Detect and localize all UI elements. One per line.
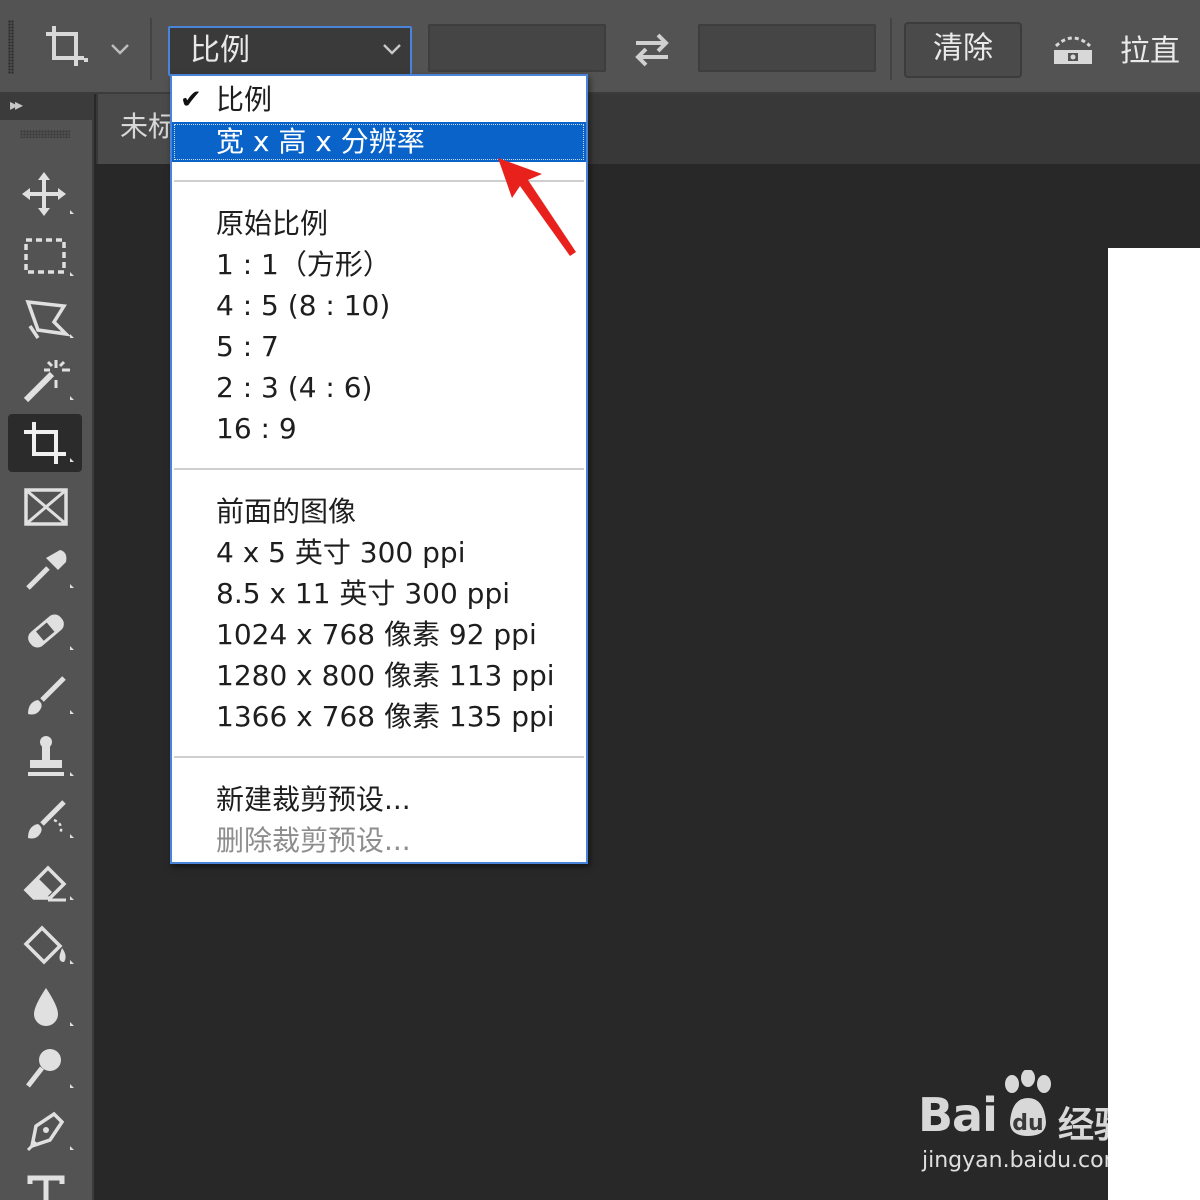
- menu-item-16-9[interactable]: 16 : 9: [172, 409, 586, 449]
- menu-item-front-image[interactable]: 前面的图像: [172, 492, 586, 532]
- width-field[interactable]: [428, 24, 606, 72]
- menu-item-label: 原始比例: [216, 207, 329, 240]
- paint-bucket-tool[interactable]: [8, 916, 82, 974]
- menu-item-label: 1280 x 800 像素 113 ppi: [216, 659, 555, 692]
- ratio-select-value: 比例: [190, 33, 250, 68]
- pen-icon: [26, 1111, 74, 1152]
- options-bar-grip[interactable]: [8, 20, 14, 74]
- menu-item-4-5[interactable]: 4 : 5 (8 : 10): [172, 286, 586, 326]
- watermark-logo: Bai: [918, 1088, 998, 1142]
- straighten-button[interactable]: 拉直: [1050, 22, 1200, 78]
- toolbar-header: ▸▸: [0, 94, 92, 120]
- menu-item-4x5-inch[interactable]: 4 x 5 英寸 300 ppi: [172, 533, 586, 573]
- pen-tool[interactable]: [8, 1102, 82, 1160]
- menu-item-delete-crop-preset: 删除裁剪预设...: [172, 821, 586, 861]
- history-brush-tool[interactable]: [8, 790, 82, 848]
- menu-item-1366x768[interactable]: 1366 x 768 像素 135 ppi: [172, 697, 586, 737]
- checkmark-icon: ✔: [180, 85, 202, 115]
- menu-item-label: 4 x 5 英寸 300 ppi: [216, 536, 466, 569]
- eraser-tool[interactable]: [8, 852, 82, 910]
- swap-dimensions-button[interactable]: [628, 28, 676, 72]
- menu-item-label: 2 : 3 (4 : 6): [216, 371, 373, 404]
- height-field[interactable]: [698, 24, 876, 72]
- menu-item-label: 新建裁剪预设...: [216, 783, 411, 816]
- expand-panel-icon[interactable]: ▸▸: [10, 95, 23, 114]
- crop-tool[interactable]: [8, 414, 82, 472]
- crop-icon: [24, 422, 74, 464]
- menu-divider: [174, 468, 584, 470]
- chevron-down-icon: [111, 44, 129, 55]
- swap-icon: [635, 33, 669, 67]
- frame-icon: [24, 488, 68, 526]
- healing-brush-tool[interactable]: [8, 602, 82, 660]
- separator: [890, 18, 892, 80]
- blur-tool[interactable]: [8, 978, 82, 1036]
- clear-button[interactable]: 清除: [904, 22, 1022, 78]
- menu-item-label: 1366 x 768 像素 135 ppi: [216, 700, 555, 733]
- type-tool[interactable]: [8, 1164, 82, 1200]
- document-canvas[interactable]: [1108, 248, 1200, 1200]
- menu-item-2-3[interactable]: 2 : 3 (4 : 6): [172, 368, 586, 408]
- history-brush-icon: [28, 800, 74, 839]
- rectangular-marquee-icon: [24, 238, 74, 276]
- move-tool[interactable]: [8, 166, 82, 224]
- menu-item-label: 删除裁剪预设...: [216, 824, 411, 857]
- paint-bucket-icon: [23, 925, 74, 965]
- type-icon: [27, 1175, 65, 1200]
- brush-icon: [28, 676, 74, 715]
- menu-item-label: 16 : 9: [216, 412, 297, 445]
- dodge-icon: [26, 1049, 74, 1088]
- chevron-down-icon: [383, 44, 401, 55]
- red-arrow-annotation: [498, 158, 576, 256]
- ratio-select[interactable]: 比例: [168, 26, 412, 76]
- blur-icon: [34, 988, 74, 1026]
- marquee-tool[interactable]: [8, 228, 82, 286]
- menu-item-1024x768[interactable]: 1024 x 768 像素 92 ppi: [172, 615, 586, 655]
- clone-stamp-tool[interactable]: [8, 728, 82, 786]
- eyedropper-tool[interactable]: [8, 540, 82, 598]
- healing-brush-icon: [28, 614, 74, 650]
- menu-item-label: 宽 x 高 x 分辨率: [216, 125, 425, 158]
- menu-item-label: 5 : 7: [216, 330, 279, 363]
- magic-wand-icon: [23, 360, 74, 403]
- menu-item-8-5x11-inch[interactable]: 8.5 x 11 英寸 300 ppi: [172, 574, 586, 614]
- menu-item-label: 前面的图像: [216, 495, 357, 528]
- menu-divider: [174, 756, 584, 758]
- brush-tool[interactable]: [8, 666, 82, 724]
- magic-wand-tool[interactable]: [8, 352, 82, 410]
- polygonal-lasso-icon: [25, 299, 74, 339]
- menu-item-new-crop-preset[interactable]: 新建裁剪预设...: [172, 780, 586, 820]
- menu-item-label: 4 : 5 (8 : 10): [216, 289, 391, 322]
- tool-preset-picker[interactable]: [40, 22, 136, 74]
- menu-item-1280x800[interactable]: 1280 x 800 像素 113 ppi: [172, 656, 586, 696]
- toolbar-grip[interactable]: [20, 130, 70, 138]
- svg-text:du: du: [1012, 1111, 1043, 1136]
- menu-item-label: 1024 x 768 像素 92 ppi: [216, 618, 537, 651]
- dodge-tool[interactable]: [8, 1040, 82, 1098]
- move-icon: [22, 172, 74, 216]
- watermark-logo-cn: 经验: [1058, 1105, 1131, 1146]
- level-icon: [1054, 36, 1092, 64]
- eraser-icon: [23, 865, 74, 902]
- menu-item-5-7[interactable]: 5 : 7: [172, 327, 586, 367]
- separator: [150, 18, 152, 80]
- menu-item-ratio[interactable]: ✔ 比例: [172, 80, 586, 120]
- frame-tool[interactable]: [8, 478, 82, 536]
- lasso-tool[interactable]: [8, 290, 82, 348]
- menu-item-label: 8.5 x 11 英寸 300 ppi: [216, 577, 511, 610]
- paw-icon: du: [1005, 1070, 1051, 1136]
- menu-item-label: 1 : 1（方形）: [216, 248, 391, 281]
- eyedropper-icon: [26, 550, 74, 590]
- watermark: Bai du 经验 jingyan.baidu.com: [918, 1070, 1158, 1180]
- watermark-url: jingyan.baidu.com: [922, 1148, 1126, 1173]
- toolbar: ▸▸: [0, 94, 94, 1200]
- menu-item-label: 比例: [216, 83, 273, 116]
- straighten-label: 拉直: [1120, 34, 1180, 69]
- clone-stamp-icon: [28, 736, 74, 776]
